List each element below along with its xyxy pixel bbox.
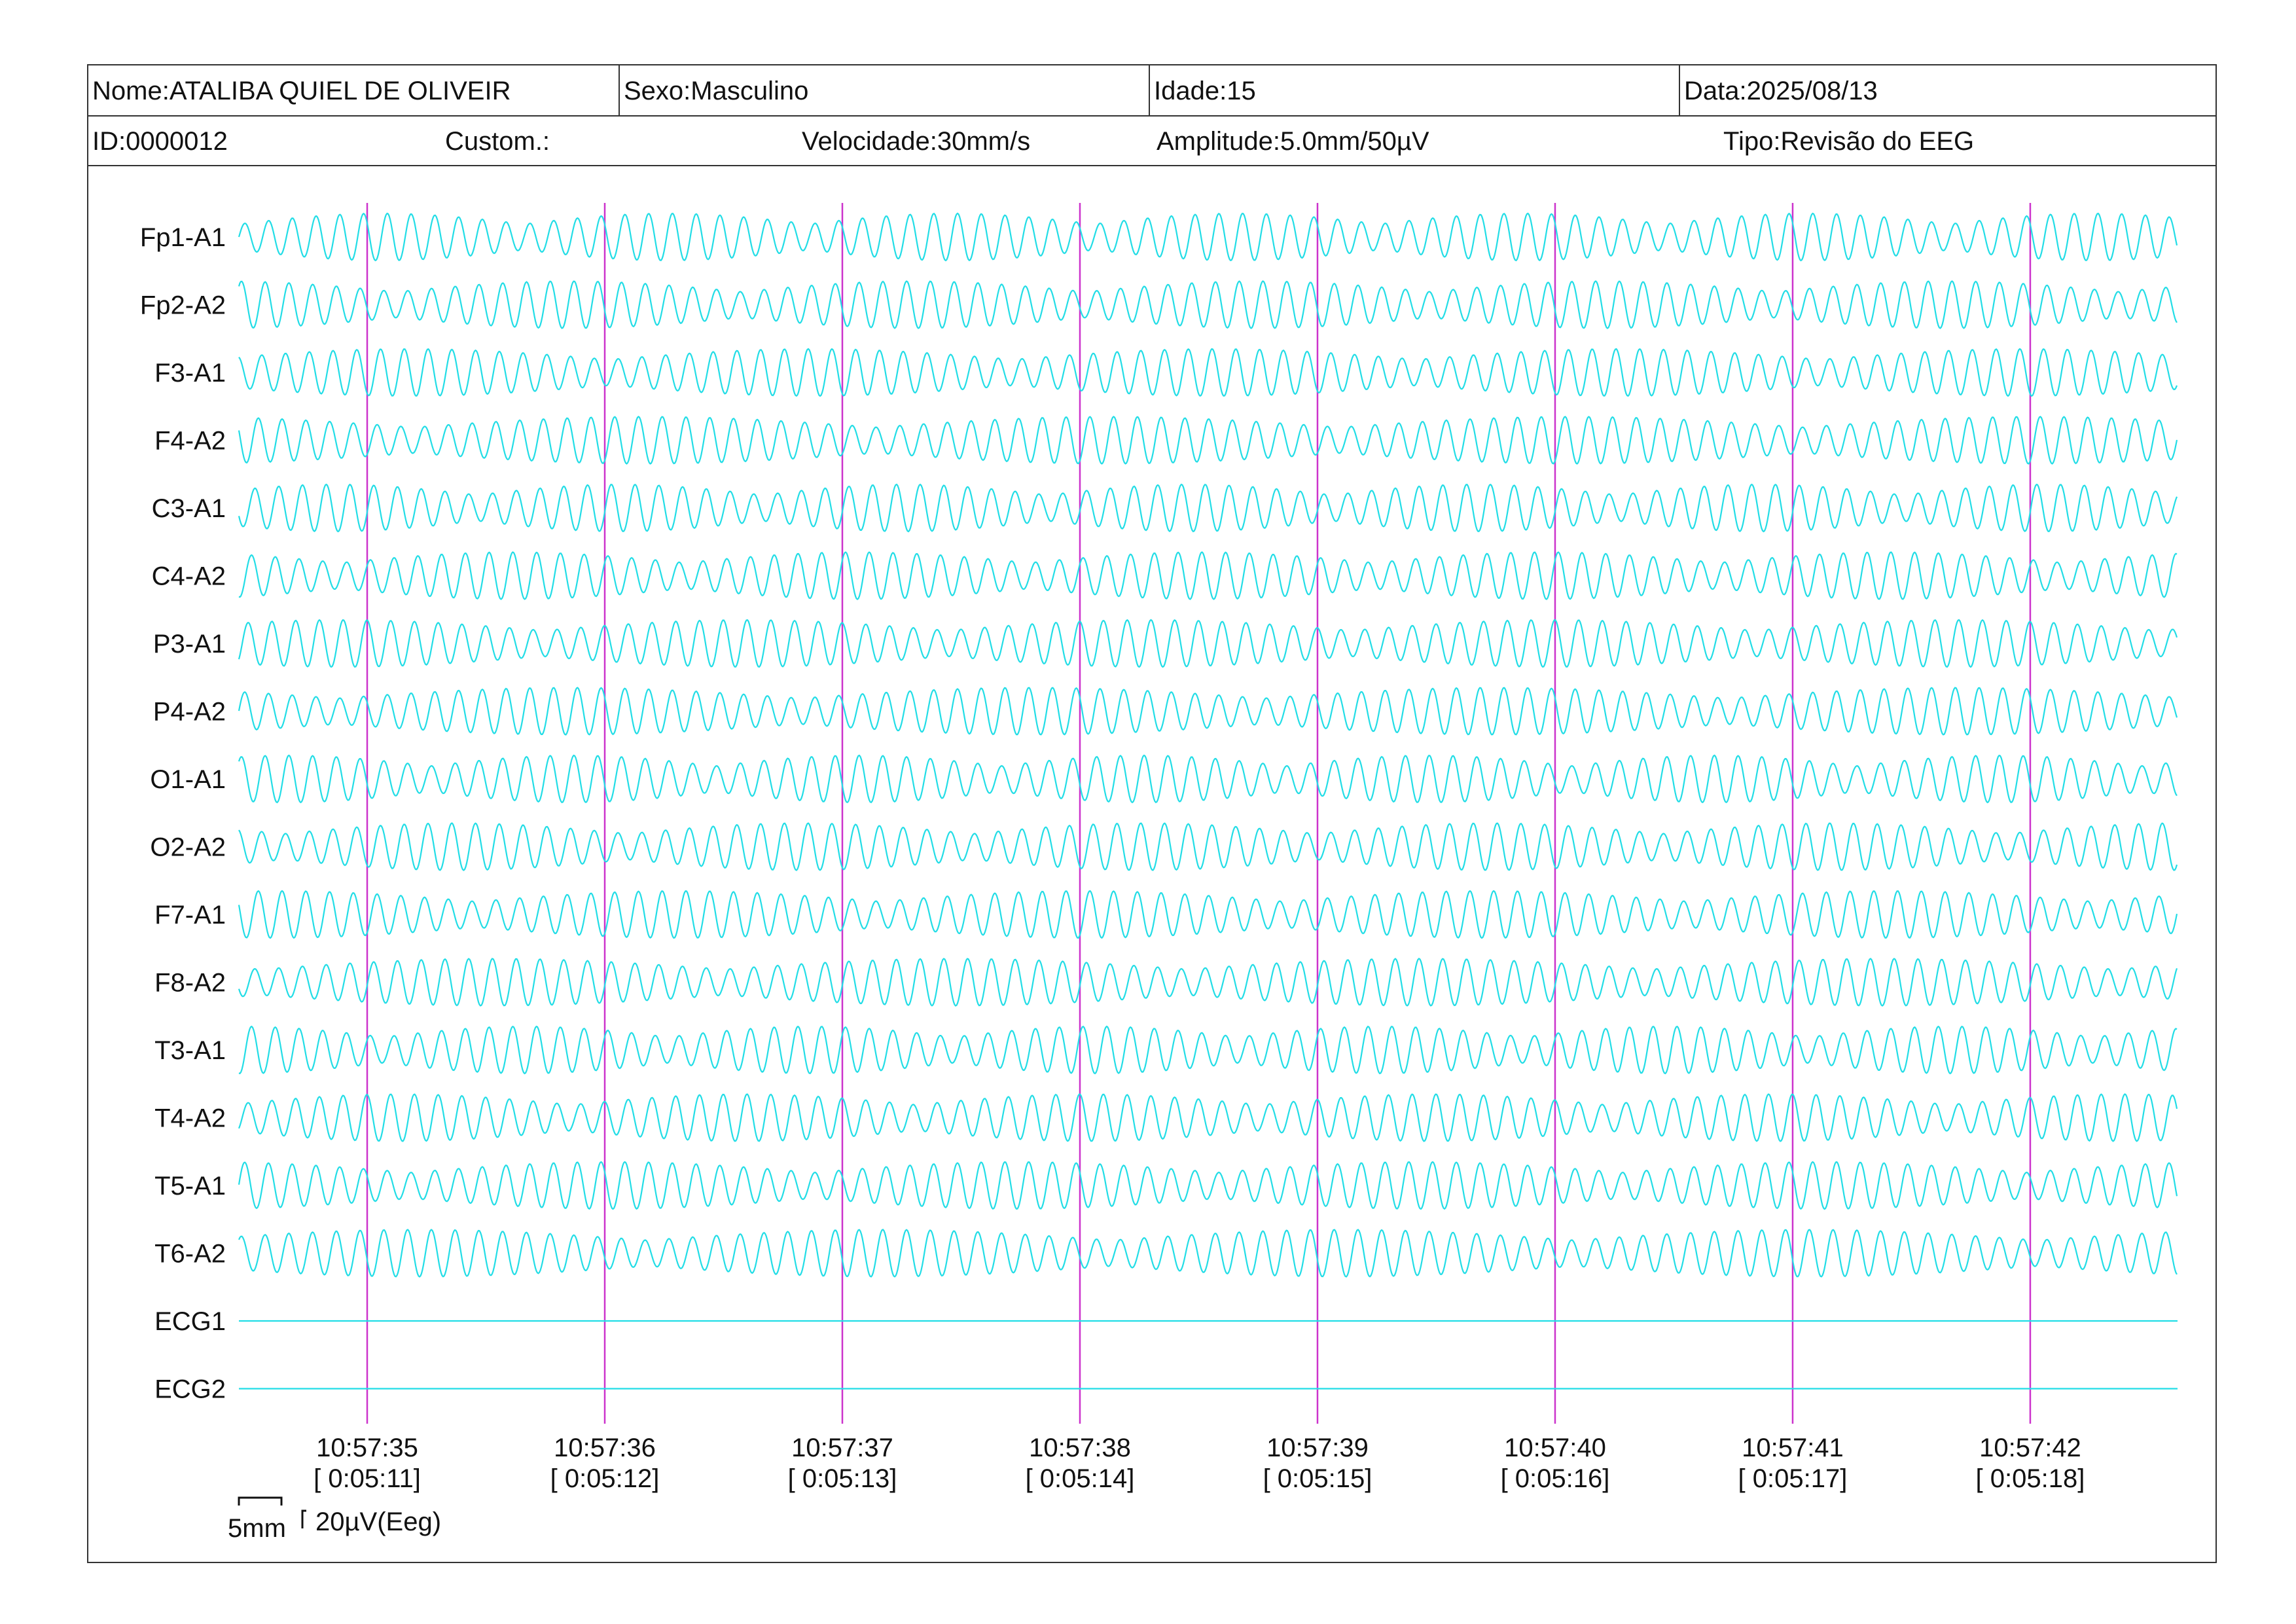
channel-label-C4-A2: C4-A2 bbox=[152, 562, 226, 591]
trace-C4-A2 bbox=[238, 551, 2178, 600]
channel-label-F4-A2: F4-A2 bbox=[154, 427, 226, 456]
time-scale-bracket bbox=[238, 1496, 283, 1506]
trace-P3-A1 bbox=[238, 619, 2178, 668]
channel-label-ECG2: ECG2 bbox=[154, 1375, 226, 1404]
channel-label-C3-A1: C3-A1 bbox=[152, 494, 226, 523]
channel-label-F7-A1: F7-A1 bbox=[154, 901, 226, 929]
tick-clock-1: 10:57:36 bbox=[554, 1434, 656, 1462]
eeg-chart: Fp1-A1 Fp2-A2 F3-A1 F4-A2 C3-A1 C4-A2 P3-A1 P4-… bbox=[140, 203, 2178, 1543]
trace-T4-A2 bbox=[238, 1093, 2178, 1142]
channel-labels: Fp1-A1 Fp2-A2 F3-A1 F4-A2 C3-A1 C4-A2 P3-A1 P4-… bbox=[140, 223, 226, 1404]
tick-elapsed-6: [ 0:05:17] bbox=[1738, 1464, 1848, 1493]
tick-clock-2: 10:57:37 bbox=[791, 1434, 893, 1462]
amp-scale-label: 20µV(Eeg) bbox=[315, 1507, 441, 1536]
channel-label-T3-A1: T3-A1 bbox=[154, 1036, 226, 1065]
trace-T3-A1 bbox=[238, 1025, 2178, 1075]
tick-clock-6: 10:57:41 bbox=[1742, 1434, 1844, 1462]
amp-scale-bracket bbox=[301, 1509, 306, 1528]
channel-label-T4-A2: T4-A2 bbox=[154, 1104, 226, 1133]
eeg-traces bbox=[238, 212, 2178, 1390]
trace-Fp2-A2 bbox=[238, 280, 2178, 329]
tick-elapsed-2: [ 0:05:13] bbox=[788, 1464, 897, 1493]
channel-label-P3-A1: P3-A1 bbox=[153, 630, 226, 659]
tick-elapsed-5: [ 0:05:16] bbox=[1501, 1464, 1610, 1493]
channel-label-T6-A2: T6-A2 bbox=[154, 1240, 226, 1269]
tick-elapsed-0: [ 0:05:11] bbox=[314, 1464, 421, 1493]
time-scale-label: 5mm bbox=[228, 1514, 286, 1543]
time-tick-labels: 10:57:35[ 0:05:11] 10:57:36[ 0:05:12] 10:5… bbox=[314, 1434, 2085, 1493]
scale-indicator: 5mm 20µV(Eeg) bbox=[228, 1496, 441, 1543]
trace-F8-A2 bbox=[238, 958, 2178, 1007]
channel-label-F8-A2: F8-A2 bbox=[154, 969, 226, 998]
channel-label-T5-A1: T5-A1 bbox=[154, 1172, 226, 1200]
tick-elapsed-3: [ 0:05:14] bbox=[1026, 1464, 1135, 1493]
channel-label-O1-A1: O1-A1 bbox=[150, 765, 226, 794]
trace-P4-A2 bbox=[238, 687, 2178, 736]
channel-label-Fp2-A2: Fp2-A2 bbox=[140, 291, 226, 320]
tick-clock-5: 10:57:40 bbox=[1504, 1434, 1606, 1462]
trace-F4-A2 bbox=[238, 416, 2178, 465]
trace-O1-A1 bbox=[238, 754, 2178, 804]
second-markers bbox=[366, 203, 2032, 1424]
tick-elapsed-7: [ 0:05:18] bbox=[1976, 1464, 2085, 1493]
tick-clock-3: 10:57:38 bbox=[1029, 1434, 1131, 1462]
tick-clock-0: 10:57:35 bbox=[316, 1434, 418, 1462]
tick-elapsed-1: [ 0:05:12] bbox=[550, 1464, 660, 1493]
tick-clock-7: 10:57:42 bbox=[1979, 1434, 2081, 1462]
trace-C3-A1 bbox=[238, 483, 2178, 533]
tick-clock-4: 10:57:39 bbox=[1266, 1434, 1369, 1462]
channel-label-P4-A2: P4-A2 bbox=[153, 698, 226, 727]
trace-T6-A2 bbox=[238, 1229, 2178, 1278]
trace-Fp1-A1 bbox=[238, 212, 2178, 262]
channel-label-ECG1: ECG1 bbox=[154, 1307, 226, 1336]
trace-O2-A2 bbox=[238, 822, 2178, 871]
channel-label-O2-A2: O2-A2 bbox=[150, 833, 226, 862]
trace-F3-A1 bbox=[238, 348, 2178, 397]
tick-elapsed-4: [ 0:05:15] bbox=[1263, 1464, 1372, 1493]
channel-label-Fp1-A1: Fp1-A1 bbox=[140, 223, 226, 252]
channel-label-F3-A1: F3-A1 bbox=[154, 359, 226, 388]
trace-T5-A1 bbox=[238, 1161, 2178, 1210]
trace-F7-A1 bbox=[238, 890, 2178, 939]
